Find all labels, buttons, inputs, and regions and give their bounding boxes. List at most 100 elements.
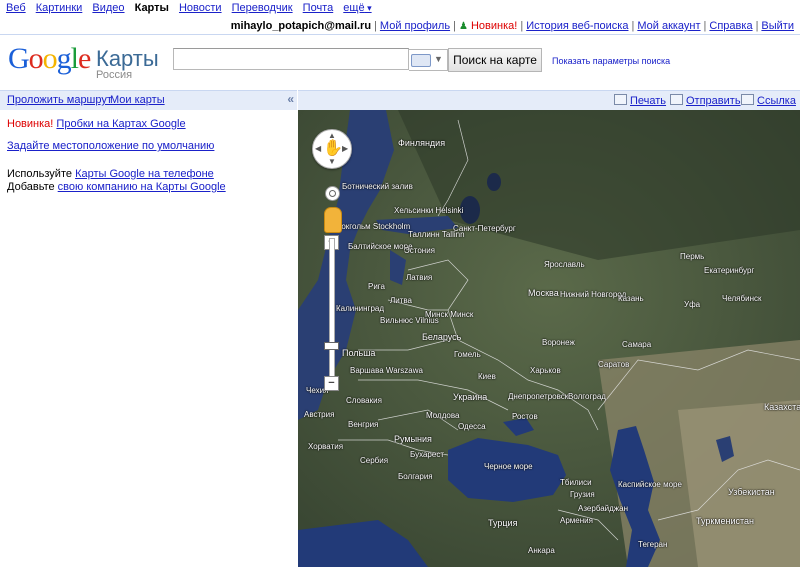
map-label: Уфа [684, 300, 701, 309]
traffic-link[interactable]: Пробки на Картах Google [56, 118, 185, 130]
street-view-pegman-icon[interactable] [324, 207, 342, 233]
traffic-promo: Новинка! Пробки на Картах Google [7, 118, 186, 130]
print-link[interactable]: Печать [630, 95, 666, 107]
map-label: Анкара [528, 546, 555, 555]
pan-control[interactable]: ▲ ▼ ◀ ▶ ✋ [312, 129, 352, 169]
zoom-slider-track[interactable] [329, 238, 335, 390]
map-label: Румыния [394, 434, 432, 444]
profile-link[interactable]: Мой профиль [380, 20, 450, 32]
region-label: Россия [96, 69, 133, 81]
map-label: Волгоград [568, 392, 606, 401]
keyboard-icon [411, 54, 431, 67]
mobile-link[interactable]: Карты Google на телефоне [75, 168, 214, 180]
business-prefix: Добавьте [7, 181, 55, 193]
map-label: Бухарест [410, 450, 444, 459]
directions-link[interactable]: Проложить маршрут [7, 94, 112, 106]
keyboard-toggle[interactable]: ▼ [409, 49, 448, 71]
map-label: Самара [622, 340, 652, 349]
new-label: Новинка! [7, 118, 54, 130]
logout-link[interactable]: Выйти [761, 20, 794, 32]
nav-translate[interactable]: Переводчик [232, 2, 293, 14]
send-button[interactable]: Отправить [670, 94, 741, 107]
map-label: Варшава Warszawa [350, 366, 423, 375]
zoom-out-button[interactable]: − [324, 376, 339, 391]
account-link[interactable]: Мой аккаунт [637, 20, 700, 32]
map-label: Хельсинки Helsinki [394, 206, 464, 215]
zoom-slider-thumb[interactable] [324, 342, 339, 350]
map-label: Польша [342, 348, 376, 358]
map-canvas[interactable]: Финляндия Ботнический залив Хельсинки He… [298, 110, 800, 567]
map-toolbar: Печать Отправить Ссылка [298, 90, 800, 110]
business-link[interactable]: свою компанию на Карты Google [58, 181, 226, 193]
send-link[interactable]: Отправить [686, 95, 741, 107]
map-label: Литва [390, 296, 412, 305]
map-label: Сербия [360, 456, 389, 465]
nav-news[interactable]: Новости [179, 2, 222, 14]
map-label: Туркменистан [696, 516, 755, 526]
nav-web[interactable]: Веб [6, 2, 26, 14]
map-label: Днепропетровск [508, 392, 569, 401]
help-link[interactable]: Справка [709, 20, 752, 32]
map-label: Каспийское море [618, 480, 682, 489]
map-label: Украина [453, 392, 488, 402]
collapse-panel-icon[interactable]: « [287, 92, 294, 106]
nav-images[interactable]: Картинки [36, 2, 83, 14]
map-label: Австрия [304, 410, 335, 419]
map-label: Хорватия [308, 442, 344, 451]
map-label: Москва [528, 288, 559, 298]
map-label: Армения [560, 516, 593, 525]
map-label: Финляндия [398, 138, 446, 148]
map-label: Рига [368, 282, 385, 291]
left-panel-header: Проложить маршрут Мои карты « [0, 90, 297, 110]
mobile-prefix: Используйте [7, 168, 72, 180]
map-label: Словакия [346, 396, 382, 405]
map-label: Казань [618, 294, 644, 303]
map-label: Грузия [570, 490, 595, 499]
google-maps-logo[interactable]: Google Карты Россия [8, 44, 168, 84]
top-navigation: Веб Картинки Видео Карты Новости Перевод… [0, 2, 800, 16]
map-label: Стокгольм Stockholm [332, 222, 411, 231]
default-location-link[interactable]: Задайте местоположение по умолчанию [7, 140, 214, 152]
map-label: Азербайджан [578, 504, 629, 513]
default-location-row: Задайте местоположение по умолчанию [7, 140, 214, 152]
nav-mail[interactable]: Почта [303, 2, 334, 14]
map-label: Ростов [512, 412, 538, 421]
search-map-button[interactable]: Поиск на карте [448, 48, 542, 72]
map-label: Турция [488, 518, 518, 528]
service-links: Веб Картинки Видео Карты Новости Перевод… [6, 2, 379, 14]
map-label: Молдова [426, 411, 460, 420]
map-label: Тбилиси [560, 478, 592, 487]
map-label: Казахстан [764, 402, 800, 412]
reset-view-button[interactable] [325, 186, 340, 201]
user-bar: mihaylo_potapich@mail.ru | Мой профиль | ♟ Н… [0, 20, 800, 35]
pan-down-icon[interactable]: ▼ [328, 157, 336, 166]
map-label: Черное море [484, 462, 533, 471]
nav-more[interactable]: ещё [343, 2, 371, 14]
map-label: Эстония [404, 246, 435, 255]
print-button[interactable]: Печать [614, 94, 666, 107]
hand-icon: ✋ [323, 140, 343, 157]
map-label: Гомель [454, 350, 481, 359]
map-label: Узбекистан [728, 487, 775, 497]
map-label: Воронеж [542, 338, 575, 347]
map-label: Латвия [406, 273, 433, 282]
my-maps-link[interactable]: Мои карты [110, 94, 165, 106]
map-label: Болгария [398, 472, 433, 481]
mobile-promo: Используйте Карты Google на телефоне [7, 168, 214, 180]
link-button[interactable]: Ссылка [741, 94, 796, 107]
pan-left-icon[interactable]: ◀ [315, 144, 321, 153]
person-icon: ♟ [458, 21, 468, 32]
nav-video[interactable]: Видео [92, 2, 124, 14]
search-input[interactable] [173, 48, 409, 70]
map-label: Калининград [336, 304, 385, 313]
map-label: Нижний Новгород [560, 290, 627, 299]
map-label: Пермь [680, 252, 705, 261]
map-label: Венгрия [348, 420, 379, 429]
link-link[interactable]: Ссылка [757, 95, 796, 107]
history-link[interactable]: История веб-поиска [526, 20, 628, 32]
map-label: Киев [478, 372, 496, 381]
left-panel: Новинка! Пробки на Картах Google Задайте… [0, 110, 297, 567]
search-options-link[interactable]: Показать параметры поиска [552, 56, 670, 66]
business-promo: Добавьте свою компанию на Карты Google [7, 181, 226, 193]
printer-icon [614, 94, 627, 105]
